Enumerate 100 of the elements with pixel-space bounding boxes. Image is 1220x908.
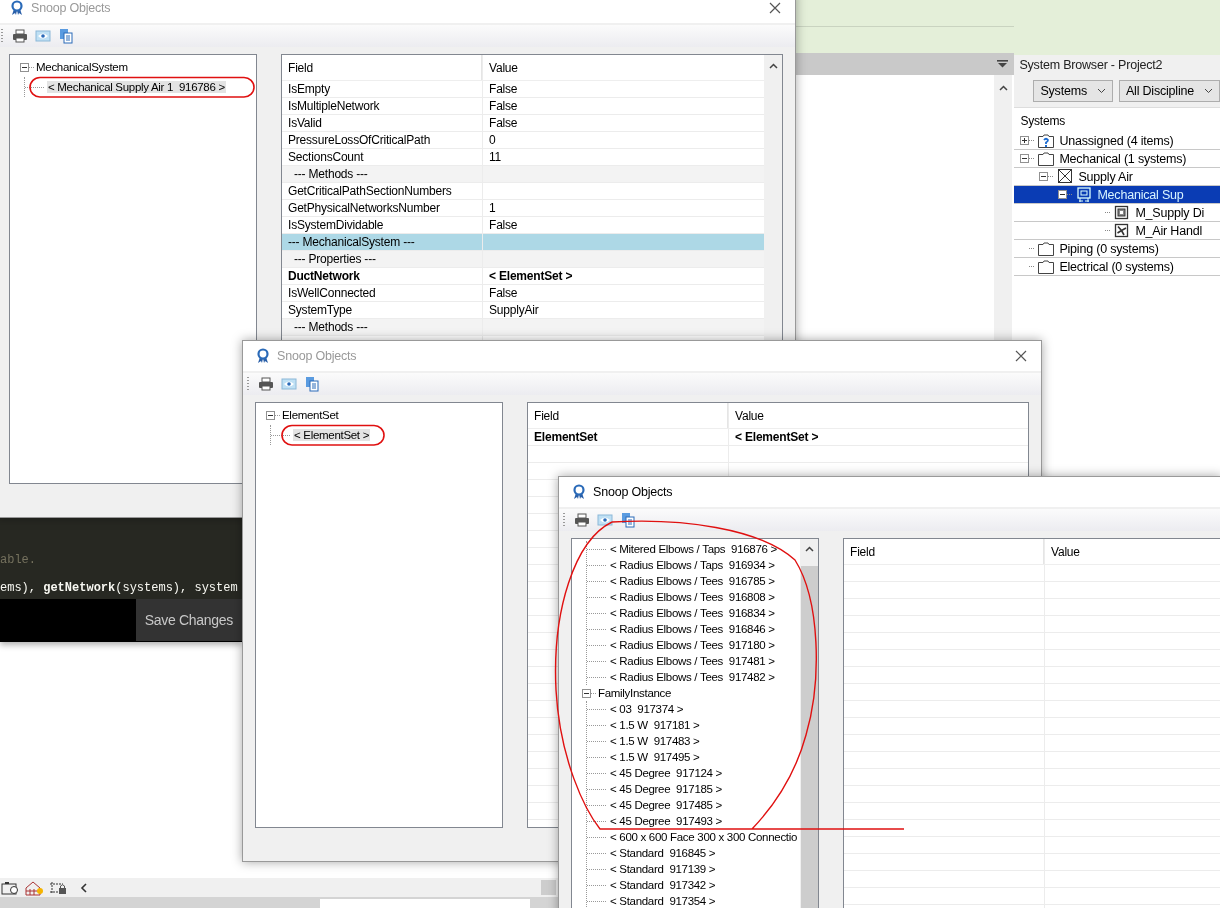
scrollbar[interactable] xyxy=(800,539,818,908)
house-icon[interactable] xyxy=(25,879,45,896)
tree-item[interactable]: < 45 Degree 917185 > xyxy=(609,783,723,795)
print-icon[interactable] xyxy=(258,376,274,392)
question-folder-icon xyxy=(1037,132,1056,149)
grid-row[interactable]: GetPhysicalNetworksNumber 1 xyxy=(282,200,764,217)
chevron-down-icon xyxy=(1204,88,1213,94)
grid-row[interactable]: IsWellConnected False xyxy=(282,285,764,302)
dropdown-icon[interactable] xyxy=(997,60,1009,68)
grid-row[interactable]: IsValid False xyxy=(282,115,764,132)
tree-item[interactable]: M_Air Handl xyxy=(1014,222,1220,240)
eye-icon[interactable] xyxy=(597,512,613,528)
grid-row[interactable]: PressureLossOfCriticalPath 0 xyxy=(282,132,764,149)
field-cell-text: IsEmpty xyxy=(287,81,331,97)
field-cell-text: PressureLossOfCriticalPath xyxy=(287,132,432,148)
collapse-icon[interactable] xyxy=(1039,172,1049,181)
tree-item[interactable]: < 45 Degree 917485 > xyxy=(609,799,723,811)
grid-row[interactable]: --- Methods --- xyxy=(282,319,764,336)
text-field[interactable] xyxy=(320,899,530,908)
scroll-up-icon[interactable] xyxy=(998,85,1008,91)
tree-item[interactable]: < Standard 917354 > xyxy=(609,895,717,907)
collapse-icon[interactable] xyxy=(1020,154,1030,163)
tree-item[interactable]: ElementSet xyxy=(281,409,340,421)
tree-item[interactable]: < Radius Elbows / Tees 916834 > xyxy=(609,607,776,619)
value-cell: False xyxy=(489,218,518,232)
tree-item[interactable]: < 45 Degree 917493 > xyxy=(609,815,723,827)
print-icon[interactable] xyxy=(574,512,590,528)
camera-icon[interactable] xyxy=(1,879,21,896)
collapse-icon[interactable] xyxy=(1058,190,1068,199)
collapse-icon[interactable] xyxy=(266,410,275,420)
grid-row[interactable]: ElementSet < ElementSet > xyxy=(528,429,1028,446)
tree-item[interactable]: < Standard 917139 > xyxy=(609,863,717,875)
field-cell-text: IsSystemDividable xyxy=(287,217,385,233)
chevron-left-icon[interactable] xyxy=(79,881,89,894)
tree-item[interactable]: < 1.5 W 917495 > xyxy=(609,751,701,763)
close-icon[interactable] xyxy=(1015,350,1027,362)
panel-title: System Browser - Project2 xyxy=(1018,57,1164,74)
tree-item[interactable]: < Mechanical Supply Air 1 916786 > xyxy=(47,81,226,93)
field-cell-text: IsMultipleNetwork xyxy=(287,98,381,114)
grid-row[interactable]: IsEmpty False xyxy=(282,81,764,98)
grid-row[interactable]: DuctNetwork < ElementSet > xyxy=(282,268,764,285)
tree-item[interactable]: M_Supply Di xyxy=(1014,204,1220,222)
tree-item[interactable]: Electrical (0 systems) xyxy=(1014,258,1220,276)
expand-icon[interactable] xyxy=(1020,136,1030,145)
tree-item[interactable]: < Radius Elbows / Tees 917482 > xyxy=(609,671,776,683)
tree-item[interactable]: Piping (0 systems) xyxy=(1014,240,1220,258)
folder-icon xyxy=(1037,240,1056,257)
copy-icon[interactable] xyxy=(58,28,74,44)
value-cell: False xyxy=(489,116,518,130)
crop-lock-icon[interactable] xyxy=(49,879,69,896)
collapse-icon[interactable] xyxy=(582,688,591,698)
tree-item[interactable]: < ElementSet > xyxy=(293,429,371,441)
ribbon-icon xyxy=(255,348,271,364)
grid-row[interactable]: --- Methods --- xyxy=(282,166,764,183)
value-cell: SupplyAir xyxy=(489,303,539,317)
grid-row[interactable]: --- MechanicalSystem --- xyxy=(282,234,764,251)
save-button[interactable]: Save Changes xyxy=(135,599,242,641)
scrollbar[interactable] xyxy=(541,880,556,895)
tree-item[interactable]: < Mitered Elbows / Taps 916876 > xyxy=(609,543,778,555)
close-icon[interactable] xyxy=(769,2,781,14)
tree-item[interactable]: < Radius Elbows / Taps 916934 > xyxy=(609,559,776,571)
tree-item[interactable]: < Radius Elbows / Tees 917481 > xyxy=(609,655,776,667)
collapse-icon[interactable] xyxy=(20,62,29,72)
field-cell-text: GetPhysicalNetworksNumber xyxy=(287,200,441,216)
tree-item[interactable]: < 600 x 600 Face 300 x 300 Connectio xyxy=(609,831,799,843)
tree-item[interactable]: < Radius Elbows / Tees 916808 > xyxy=(609,591,776,603)
folder-icon xyxy=(1037,150,1056,167)
tree-item[interactable]: < 03 917374 > xyxy=(609,703,685,715)
copy-icon[interactable] xyxy=(620,512,636,528)
field-cell-text: SectionsCount xyxy=(287,149,365,165)
grid-row[interactable]: --- Properties --- xyxy=(282,251,764,268)
tree-item[interactable]: FamilyInstance xyxy=(597,687,673,699)
eye-icon[interactable] xyxy=(281,376,297,392)
filter-dropdown[interactable]: All Discipline xyxy=(1118,80,1220,102)
tree-item[interactable]: Mechanical (1 systems) xyxy=(1014,150,1220,168)
filter-dropdown[interactable]: Systems xyxy=(1033,80,1113,102)
tree-item[interactable]: Mechanical Sup xyxy=(1014,186,1220,204)
tree-item[interactable]: MechanicalSystem xyxy=(35,61,129,73)
field-cell-text: GetCriticalPathSectionNumbers xyxy=(287,183,453,199)
grid-row[interactable]: IsMultipleNetwork False xyxy=(282,98,764,115)
tree-item[interactable]: < Standard 916845 > xyxy=(609,847,717,859)
tree-item[interactable]: < 45 Degree 917124 > xyxy=(609,767,723,779)
tree-item[interactable]: < Radius Elbows / Tees 917180 > xyxy=(609,639,776,651)
field-cell-text: SystemType xyxy=(287,302,354,318)
column-header: Value xyxy=(728,403,1028,428)
tree-item[interactable]: Unassigned (4 items) xyxy=(1014,132,1220,150)
scroll-up-icon[interactable] xyxy=(804,546,814,552)
field-cell-text: IsValid xyxy=(287,115,323,131)
copy-icon[interactable] xyxy=(304,376,320,392)
print-icon[interactable] xyxy=(12,28,28,44)
tree-item[interactable]: < Radius Elbows / Tees 916846 > xyxy=(609,623,776,635)
tree-item[interactable]: < Radius Elbows / Tees 916785 > xyxy=(609,575,776,587)
field-cell-text: --- Methods --- xyxy=(293,319,369,335)
eye-icon[interactable] xyxy=(35,28,51,44)
grid-row[interactable]: GetCriticalPathSectionNumbers xyxy=(282,183,764,200)
scroll-up-icon[interactable] xyxy=(768,63,778,69)
tree-item[interactable]: < 1.5 W 917181 > xyxy=(609,719,701,731)
field-cell-text: --- Methods --- xyxy=(293,166,369,182)
tree-item[interactable]: < Standard 917342 > xyxy=(609,879,717,891)
tree-item[interactable]: < 1.5 W 917483 > xyxy=(609,735,701,747)
